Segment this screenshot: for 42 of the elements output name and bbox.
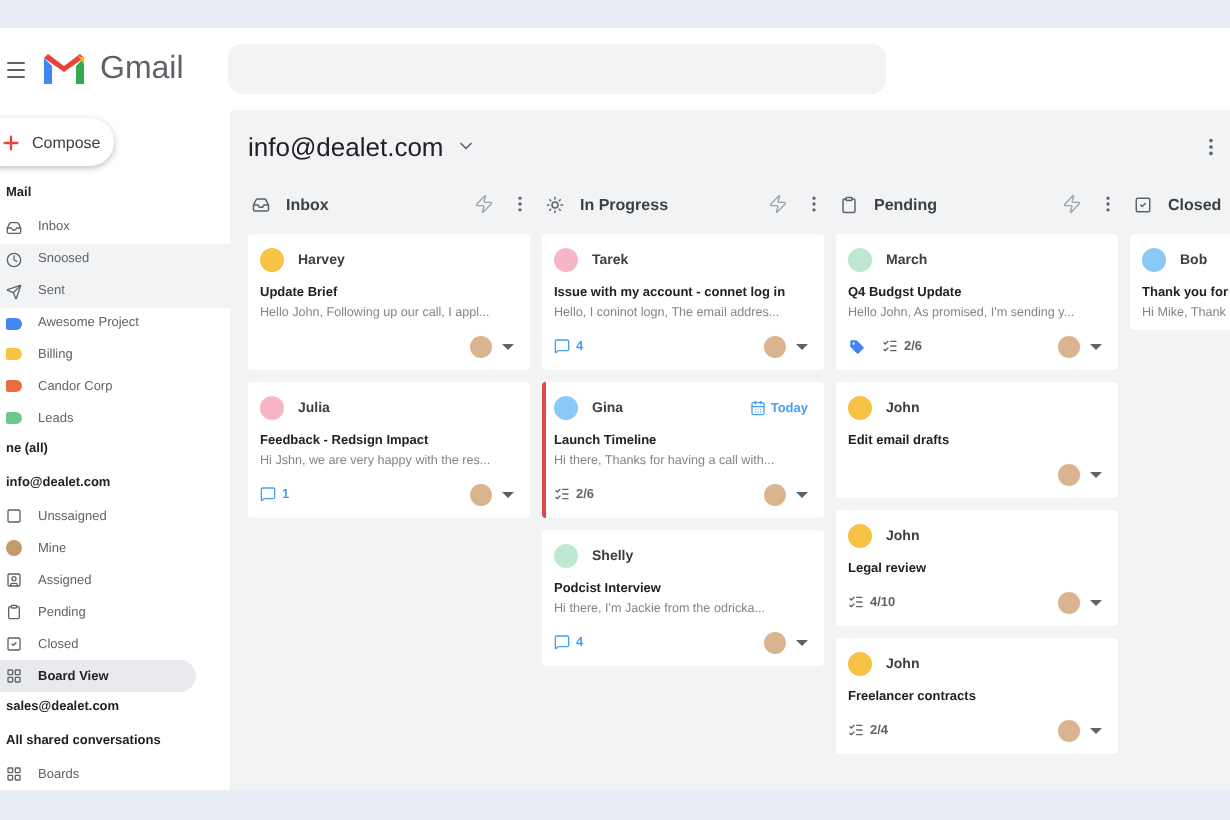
caret-icon[interactable] bbox=[1090, 471, 1102, 477]
caret-icon[interactable] bbox=[796, 491, 808, 497]
tag-icon bbox=[848, 337, 866, 355]
caret-icon[interactable] bbox=[1090, 727, 1102, 733]
caret-icon[interactable] bbox=[1090, 599, 1102, 605]
clipboard-icon bbox=[840, 195, 858, 213]
contact-icon bbox=[6, 572, 22, 589]
grid-icon bbox=[6, 668, 22, 685]
clipboard-icon bbox=[6, 604, 22, 621]
square-icon bbox=[6, 508, 22, 525]
gmail-logo-icon bbox=[44, 54, 84, 84]
inbox-icon bbox=[252, 195, 270, 213]
caret-icon[interactable] bbox=[796, 639, 808, 645]
avatar-icon bbox=[6, 540, 22, 557]
checklist-icon bbox=[848, 722, 864, 738]
compose-button[interactable]: Compose bbox=[0, 118, 114, 167]
checkbox-icon bbox=[1134, 195, 1152, 213]
inbox-icon bbox=[6, 219, 22, 236]
checklist-icon bbox=[848, 594, 864, 610]
column-title: Inbox bbox=[286, 195, 331, 213]
checkbox-icon bbox=[6, 636, 22, 653]
clock-icon bbox=[6, 251, 22, 268]
app-name: Gmail bbox=[100, 51, 184, 87]
checklist-icon bbox=[882, 338, 898, 354]
caret-icon[interactable] bbox=[502, 343, 514, 349]
mailbox-title: info@dealet.com bbox=[248, 131, 444, 161]
grid-icon bbox=[6, 766, 22, 783]
checklist-icon bbox=[554, 486, 570, 502]
caret-icon[interactable] bbox=[796, 343, 808, 349]
caret-icon[interactable] bbox=[1090, 343, 1102, 349]
caret-icon[interactable] bbox=[502, 491, 514, 497]
comment-icon bbox=[260, 486, 276, 502]
comment-icon bbox=[554, 634, 570, 650]
column-title: In Progress bbox=[580, 195, 671, 213]
sun-icon bbox=[546, 195, 564, 213]
send-icon bbox=[6, 283, 22, 300]
comment-icon bbox=[554, 338, 570, 354]
calendar-icon bbox=[750, 400, 767, 416]
column-title: Pending bbox=[874, 195, 940, 213]
menu-icon[interactable] bbox=[4, 57, 28, 81]
column-title: Closed bbox=[1168, 195, 1224, 213]
plus-icon bbox=[0, 131, 22, 154]
